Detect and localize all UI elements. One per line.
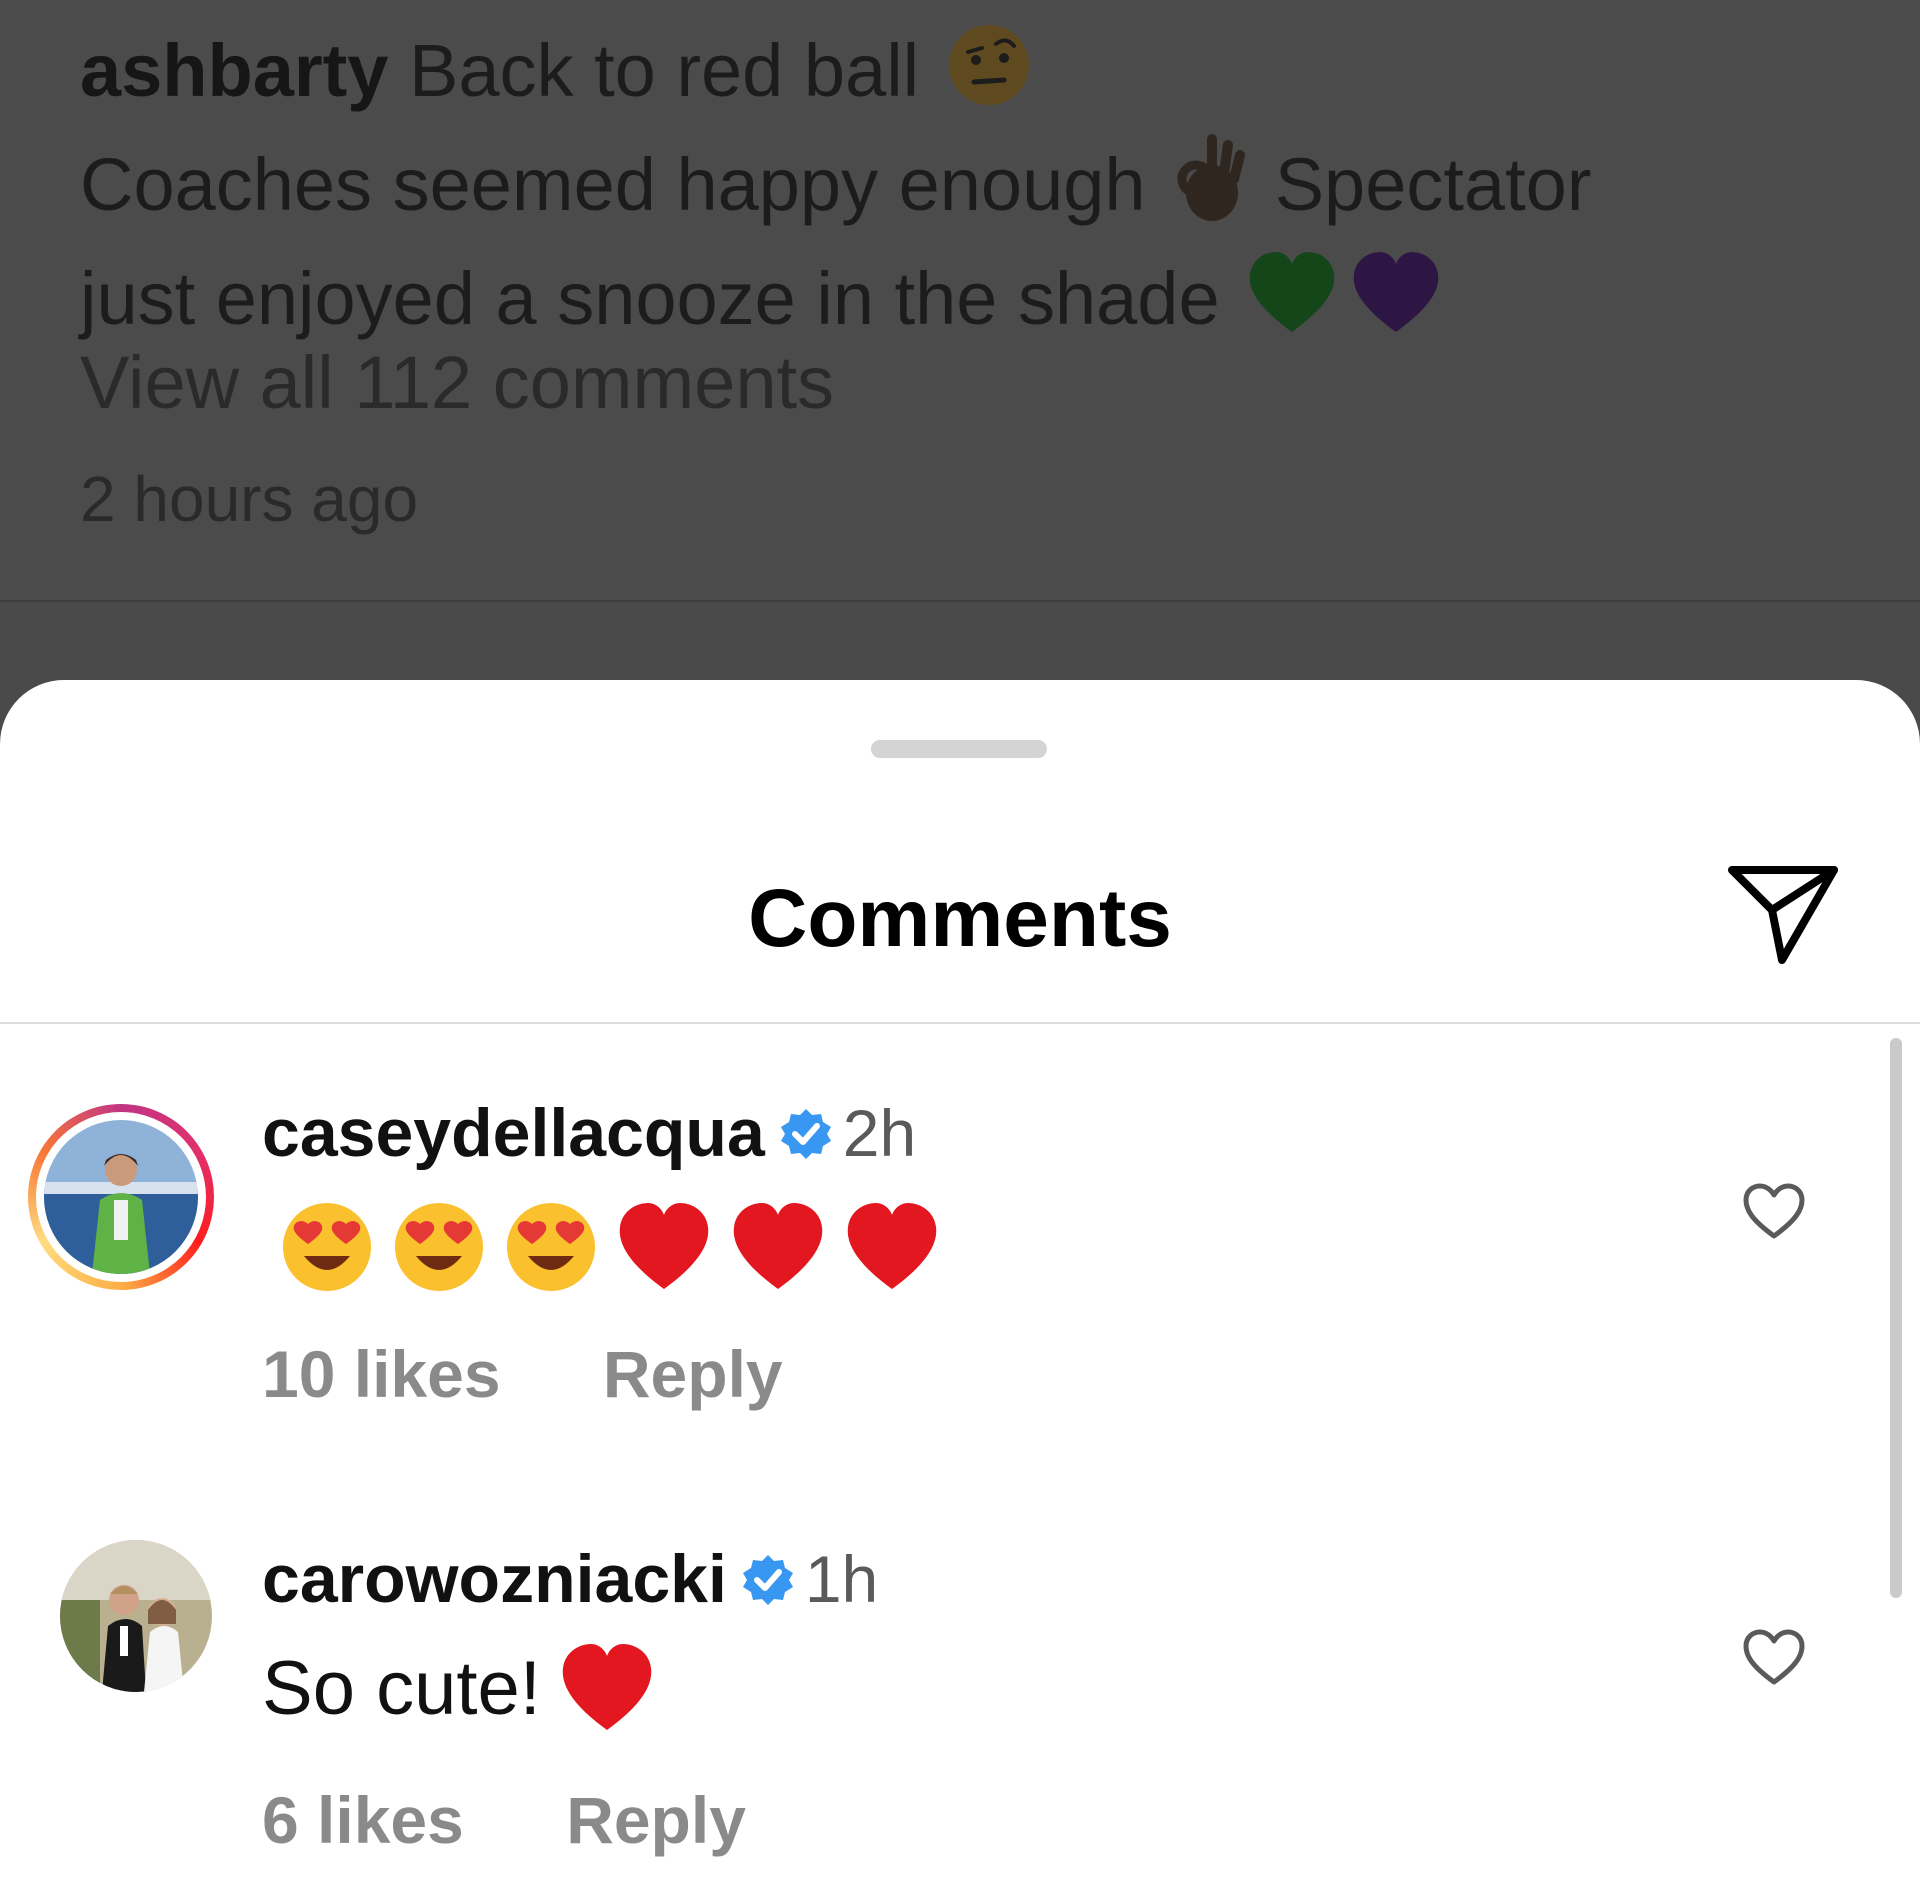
comment-timestamp: 1h (804, 1542, 879, 1616)
avatar[interactable] (44, 1120, 198, 1274)
comment-username-text[interactable]: caseydellacqua (262, 1095, 765, 1171)
heart-outline-icon (1743, 1629, 1805, 1685)
view-all-comments-link[interactable]: View all 112 comments (80, 340, 834, 425)
red-heart-emoji-icon (733, 1203, 823, 1289)
heart-outline-icon (1743, 1183, 1805, 1239)
comment-body (262, 1200, 940, 1294)
comment-timestamp: 2h (842, 1096, 917, 1170)
comment-likes[interactable]: 6 likes (262, 1783, 464, 1857)
raised-eyebrow-emoji-icon (946, 22, 1032, 131)
caption-line-2: Coaches seemed happy enough (80, 143, 1146, 227)
comment-body: So cute! (262, 1642, 655, 1734)
comment-meta: 6 likes Reply (262, 1782, 746, 1858)
heart-eyes-emoji-icon (507, 1203, 595, 1291)
verified-badge-icon (779, 1099, 833, 1177)
post-caption-area: ashbarty Back to red ball Coaches seemed… (0, 0, 1920, 600)
scrollbar[interactable] (1890, 1038, 1902, 1598)
red-heart-emoji-icon (847, 1203, 937, 1289)
comment-text: So cute! (262, 1645, 541, 1731)
story-ring[interactable] (28, 1104, 214, 1290)
comment-meta: 10 likes Reply (262, 1336, 783, 1412)
comment-likes[interactable]: 10 likes (262, 1337, 501, 1411)
caption-line-2b: Spectator (1274, 143, 1592, 227)
divider (0, 1022, 1920, 1024)
verified-badge-icon (741, 1545, 795, 1623)
sheet-drag-handle[interactable] (871, 740, 1047, 758)
caption-line-1: Back to red ball (409, 29, 920, 113)
comment-username[interactable]: caseydellacqua 2h (262, 1094, 916, 1177)
purple-heart-emoji-icon (1350, 250, 1442, 359)
comments-sheet: Comments caseydellacqua 2h 10 likes Repl… (0, 680, 1920, 1884)
comment-username-text[interactable]: carowozniacki (262, 1541, 727, 1617)
post-username[interactable]: ashbarty (80, 29, 388, 112)
reply-button[interactable]: Reply (566, 1783, 746, 1857)
heart-eyes-emoji-icon (395, 1203, 483, 1291)
reply-button[interactable]: Reply (603, 1337, 783, 1411)
green-heart-emoji-icon (1246, 250, 1338, 359)
post-caption: ashbarty Back to red ball Coaches seemed… (80, 22, 1840, 359)
post-timestamp: 2 hours ago (80, 463, 419, 535)
paper-plane-icon (1728, 866, 1838, 964)
red-heart-emoji-icon (562, 1644, 652, 1730)
like-comment-button[interactable] (1742, 1628, 1806, 1686)
caption-line-3: just enjoyed a snooze in the shade (80, 257, 1220, 341)
divider (0, 600, 1920, 602)
share-button[interactable] (1726, 862, 1840, 966)
comment-username[interactable]: carowozniacki 1h (262, 1540, 878, 1623)
avatar[interactable] (60, 1540, 212, 1692)
red-heart-emoji-icon (619, 1203, 709, 1289)
sheet-title: Comments (748, 873, 1172, 964)
like-comment-button[interactable] (1742, 1182, 1806, 1240)
ok-hand-emoji-icon (1172, 131, 1248, 250)
heart-eyes-emoji-icon (283, 1203, 371, 1291)
